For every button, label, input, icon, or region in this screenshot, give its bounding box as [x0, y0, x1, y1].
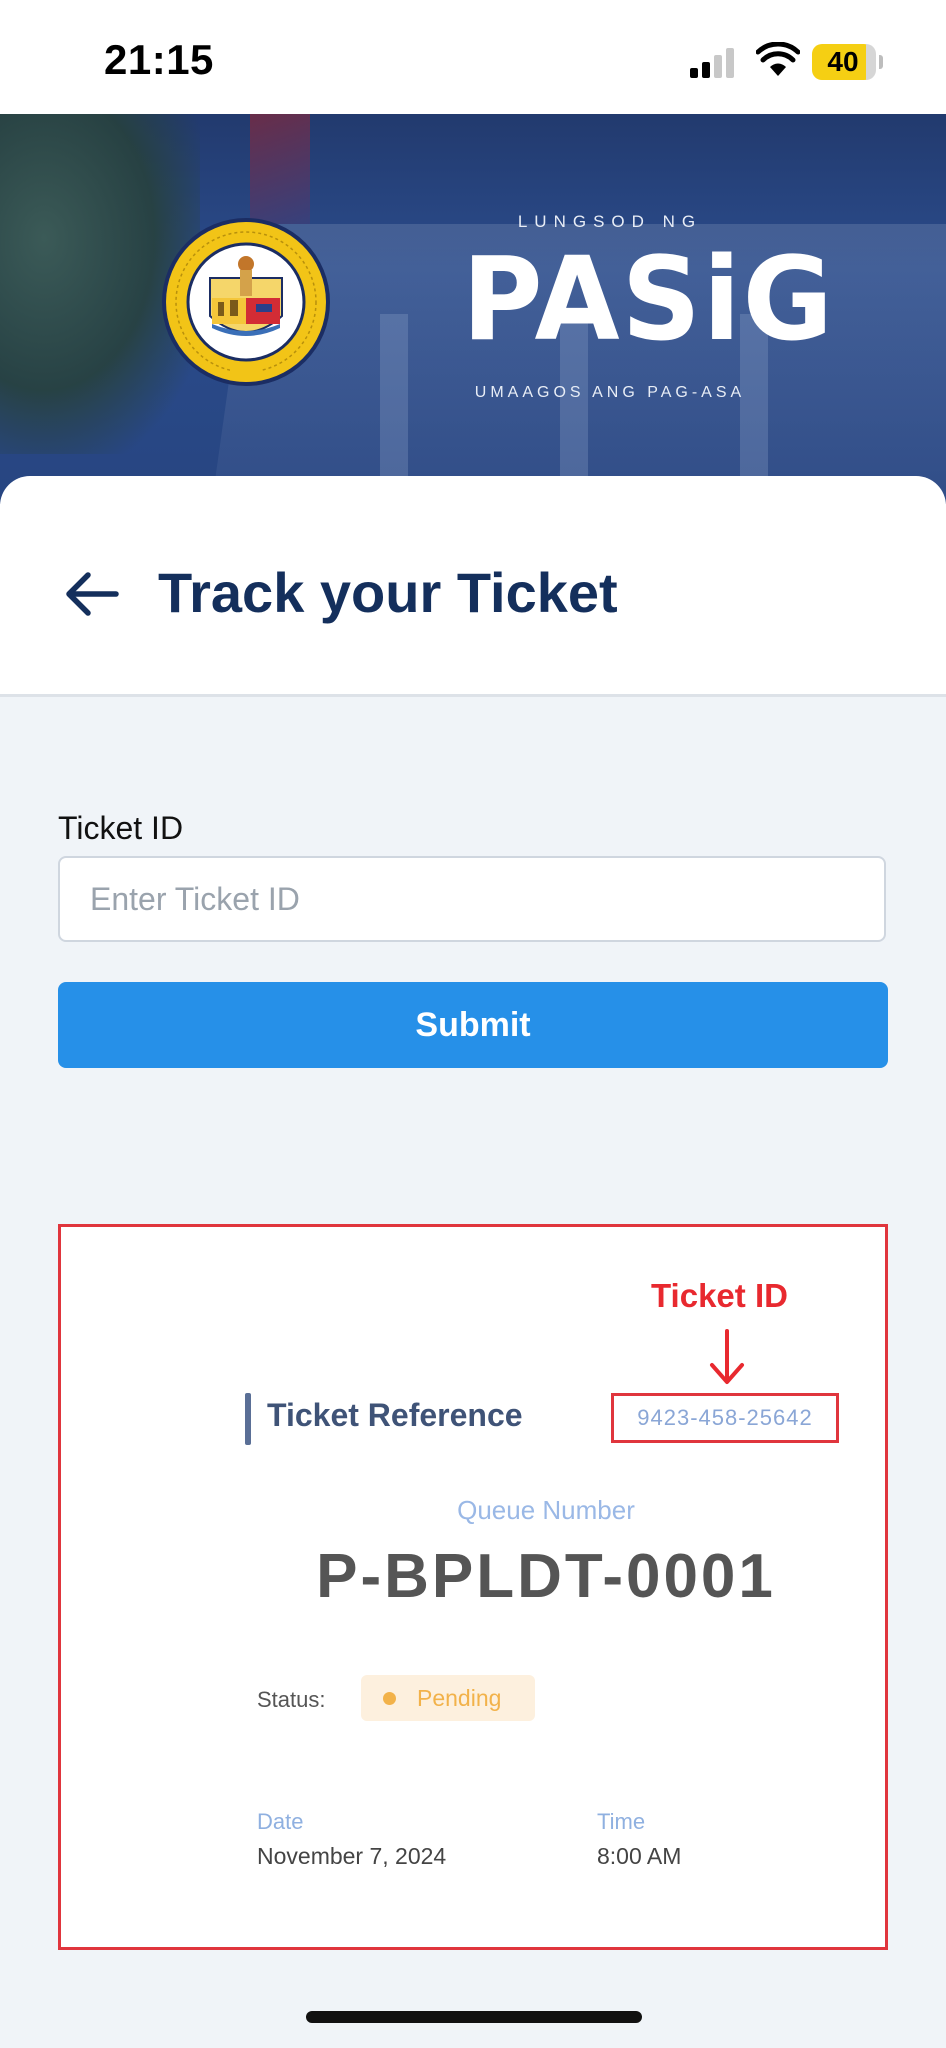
status-label: Status:: [257, 1687, 326, 1712]
ticket-reference-label: Ticket Reference: [267, 1397, 523, 1433]
cellular-signal-icon: [690, 48, 740, 78]
banner-flag: [250, 114, 310, 224]
date-label: Date: [257, 1809, 304, 1834]
city-wordmark: PASiG: [462, 231, 835, 367]
time-label: Time: [597, 1809, 646, 1834]
battery-empty-portion: [866, 44, 876, 80]
back-arrow-icon[interactable]: [62, 564, 122, 624]
ticket-reference-value: 9423-458-25642: [611, 1393, 839, 1443]
city-banner: LUNGSOD NG PASiG UMAAGOS ANG PAG-ASA: [0, 114, 946, 504]
battery-level: 40: [812, 44, 874, 80]
status-text: Pending: [417, 1685, 502, 1711]
status-time: 21:15: [104, 36, 214, 83]
home-indicator[interactable]: [306, 2011, 642, 2023]
submit-button[interactable]: Submit: [58, 982, 888, 1068]
status-bar: 21:15 40: [0, 0, 946, 114]
queue-number-value: P-BPLDT-0001: [316, 1542, 776, 1611]
status-badge: Pending: [361, 1675, 535, 1721]
status-dot-icon: [383, 1692, 396, 1705]
wifi-icon: [756, 42, 800, 76]
date-value: November 7, 2024: [257, 1843, 447, 1869]
arrow-down-icon: [710, 1329, 744, 1384]
pasig-seal-logo: [162, 218, 330, 386]
queue-number-label: Queue Number: [457, 1495, 635, 1525]
reference-accent-bar: [245, 1393, 251, 1445]
sample-ticket-illustration: Ticket ID Ticket Reference 9423-458-2564…: [58, 1224, 888, 1950]
page-title: Track your Ticket: [158, 561, 618, 624]
city-tagline: UMAAGOS ANG PAG-ASA: [474, 384, 746, 401]
ticket-id-input[interactable]: [58, 856, 886, 942]
city-label-top: LUNGSOD NG: [517, 212, 703, 231]
ticket-id-label: Ticket ID: [58, 810, 184, 846]
battery-terminal: [879, 55, 883, 69]
page-header: Track your Ticket: [0, 476, 946, 697]
time-value: 8:00 AM: [597, 1843, 682, 1869]
ticket-id-annotation: Ticket ID: [651, 1277, 788, 1314]
